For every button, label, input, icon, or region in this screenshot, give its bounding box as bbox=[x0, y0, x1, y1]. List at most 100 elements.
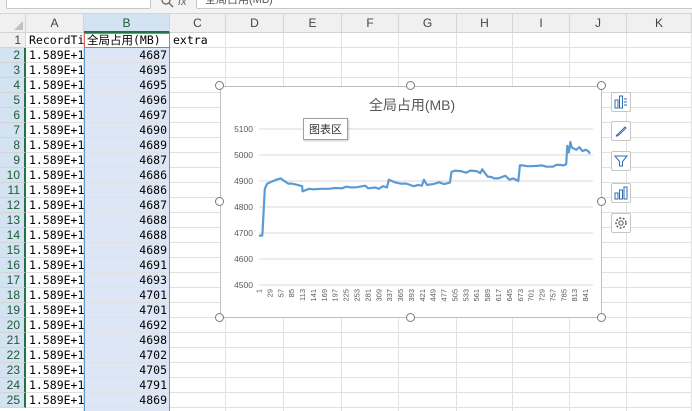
row-header-7[interactable]: 7 bbox=[0, 123, 26, 138]
x-tick-label: 225 bbox=[342, 289, 351, 302]
cell-a15[interactable]: 1.589E+12 bbox=[26, 243, 84, 258]
row-header-20[interactable]: 20 bbox=[0, 318, 26, 333]
x-tick-label: 253 bbox=[352, 289, 361, 302]
cell-a8[interactable]: 1.589E+12 bbox=[26, 138, 84, 153]
cell-a16[interactable]: 1.589E+12 bbox=[26, 258, 84, 273]
column-header-k[interactable]: K bbox=[627, 14, 692, 33]
cell-a3[interactable]: 1.589E+12 bbox=[26, 63, 84, 78]
cell-a14[interactable]: 1.589E+12 bbox=[26, 228, 84, 243]
cell-a11[interactable]: 1.589E+12 bbox=[26, 183, 84, 198]
x-tick-label: 841 bbox=[581, 289, 590, 302]
x-tick-label: 393 bbox=[407, 289, 416, 302]
chart-styles-button[interactable] bbox=[611, 121, 631, 141]
row-header-9[interactable]: 9 bbox=[0, 153, 26, 168]
column-header-h[interactable]: H bbox=[457, 14, 513, 33]
x-tick-label: 281 bbox=[363, 289, 372, 302]
column-header-i[interactable]: I bbox=[513, 14, 570, 33]
select-all-corner[interactable] bbox=[0, 14, 26, 33]
row-header-24[interactable]: 24 bbox=[0, 378, 26, 393]
chart-settings-button[interactable] bbox=[611, 213, 631, 233]
row-header-12[interactable]: 12 bbox=[0, 198, 26, 213]
cell-a21[interactable]: 1.589E+12 bbox=[26, 333, 84, 348]
row-header-11[interactable]: 11 bbox=[0, 183, 26, 198]
cell-a23[interactable]: 1.589E+12 bbox=[26, 363, 84, 378]
resize-handle-bottom-middle[interactable] bbox=[406, 313, 415, 322]
y-tick-label: 5000 bbox=[234, 150, 253, 160]
cell-c1[interactable]: extra bbox=[170, 33, 226, 48]
row-header-17[interactable]: 17 bbox=[0, 273, 26, 288]
row-header-13[interactable]: 13 bbox=[0, 213, 26, 228]
row-header-2[interactable]: 2 bbox=[0, 48, 26, 63]
column-header-a[interactable]: A bbox=[26, 14, 84, 33]
formula-input[interactable]: 全局占用(MB) bbox=[196, 0, 692, 9]
column-header-d[interactable]: D bbox=[226, 14, 284, 33]
row-header-15[interactable]: 15 bbox=[0, 243, 26, 258]
cell-a10[interactable]: 1.589E+12 bbox=[26, 168, 84, 183]
resize-handle-bottom-right[interactable] bbox=[597, 313, 606, 322]
resize-handle-middle-right[interactable] bbox=[597, 197, 606, 206]
cell-a17[interactable]: 1.589E+12 bbox=[26, 273, 84, 288]
cell-a25[interactable]: 1.589E+12 bbox=[26, 393, 84, 408]
chart-elements-button[interactable] bbox=[611, 92, 631, 112]
row-header-5[interactable]: 5 bbox=[0, 93, 26, 108]
fx-label[interactable]: fx bbox=[178, 0, 187, 8]
y-tick-label: 4500 bbox=[234, 280, 253, 290]
column-header-c[interactable]: C bbox=[170, 14, 226, 33]
row-header-8[interactable]: 8 bbox=[0, 138, 26, 153]
row-header-25[interactable]: 25 bbox=[0, 393, 26, 408]
row-header-22[interactable]: 22 bbox=[0, 348, 26, 363]
column-header-g[interactable]: G bbox=[399, 14, 457, 33]
resize-handle-top-right[interactable] bbox=[597, 81, 606, 90]
column-header-j[interactable]: J bbox=[570, 14, 627, 33]
cell-a22[interactable]: 1.589E+12 bbox=[26, 348, 84, 363]
chart-area[interactable]: 全局占用(MB) 4500 4600 4700 4800 4900 5000 5100 1 29… bbox=[220, 86, 602, 318]
resize-handle-top-left[interactable] bbox=[215, 81, 224, 90]
x-tick-label: 645 bbox=[505, 289, 514, 302]
cell-a7[interactable]: 1.589E+12 bbox=[26, 123, 84, 138]
cell-a4[interactable]: 1.589E+12 bbox=[26, 78, 84, 93]
row-header-10[interactable]: 10 bbox=[0, 168, 26, 183]
cell-a2[interactable]: 1.589E+12 bbox=[26, 48, 84, 63]
row-header-16[interactable]: 16 bbox=[0, 258, 26, 273]
column-header-b[interactable]: B bbox=[84, 14, 170, 33]
row-header-4[interactable]: 4 bbox=[0, 78, 26, 93]
x-tick-label: 449 bbox=[429, 289, 438, 302]
y-tick-label: 5100 bbox=[234, 124, 253, 134]
zoom-icon[interactable] bbox=[160, 0, 174, 8]
row-header-18[interactable]: 18 bbox=[0, 288, 26, 303]
resize-handle-top-middle[interactable] bbox=[406, 81, 415, 90]
row-header-19[interactable]: 19 bbox=[0, 303, 26, 318]
y-tick-label: 4600 bbox=[234, 254, 253, 264]
resize-handle-middle-left[interactable] bbox=[215, 197, 224, 206]
x-tick-label: 617 bbox=[494, 289, 503, 302]
series-line-global-usage bbox=[259, 140, 591, 237]
resize-handle-bottom-left[interactable] bbox=[215, 313, 224, 322]
column-header-e[interactable]: E bbox=[284, 14, 342, 33]
row-header-6[interactable]: 6 bbox=[0, 108, 26, 123]
cell-a18[interactable]: 1.589E+12 bbox=[26, 288, 84, 303]
cell-a13[interactable]: 1.589E+12 bbox=[26, 213, 84, 228]
column-header-f[interactable]: F bbox=[342, 14, 399, 33]
x-tick-label: 589 bbox=[483, 289, 492, 302]
x-tick-label: 309 bbox=[374, 289, 383, 302]
row-header-21[interactable]: 21 bbox=[0, 333, 26, 348]
cell-a6[interactable]: 1.589E+12 bbox=[26, 108, 84, 123]
x-tick-label: 701 bbox=[527, 289, 536, 302]
name-box[interactable] bbox=[6, 0, 151, 9]
cell-a1[interactable]: RecordTime bbox=[26, 33, 84, 48]
cell-a5[interactable]: 1.589E+12 bbox=[26, 93, 84, 108]
row-header-3[interactable]: 3 bbox=[0, 63, 26, 78]
quick-layout-button[interactable] bbox=[611, 183, 631, 203]
row-header-1[interactable]: 1 bbox=[0, 33, 26, 48]
y-tick-label: 4800 bbox=[234, 202, 253, 212]
cell-a24[interactable]: 1.589E+12 bbox=[26, 378, 84, 393]
row-header-14[interactable]: 14 bbox=[0, 228, 26, 243]
row-header-23[interactable]: 23 bbox=[0, 363, 26, 378]
chart-styles-icon bbox=[615, 126, 627, 137]
cell-a20[interactable]: 1.589E+12 bbox=[26, 318, 84, 333]
x-tick-label: 673 bbox=[516, 289, 525, 302]
cell-a19[interactable]: 1.589E+12 bbox=[26, 303, 84, 318]
chart-filters-button[interactable] bbox=[611, 151, 631, 171]
cell-a12[interactable]: 1.589E+12 bbox=[26, 198, 84, 213]
cell-a9[interactable]: 1.589E+12 bbox=[26, 153, 84, 168]
